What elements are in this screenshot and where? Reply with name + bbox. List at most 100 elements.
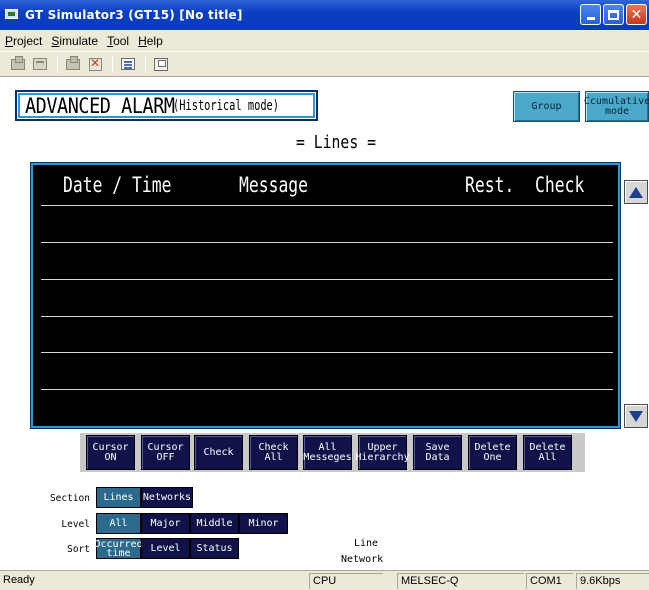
arrow-up-icon: [629, 186, 643, 198]
cursor-off-button[interactable]: Cursor OFF: [141, 435, 190, 470]
save-data-button[interactable]: Save Data: [413, 435, 462, 470]
level-middle-button[interactable]: Middle: [190, 513, 239, 534]
menu-help-mnemonic: H: [138, 33, 147, 48]
menu-simulate[interactable]: Simulate: [47, 34, 102, 48]
list-icon: [121, 58, 135, 70]
list-button[interactable]: [118, 55, 138, 73]
status-bar: Ready CPU MELSEC-Q COM1 9.6Kbps: [0, 570, 649, 590]
command-bar: Cursor ON Cursor OFF Check Check All All Mes…: [80, 433, 585, 472]
button-line1: Delete: [474, 441, 511, 453]
open-folder-button[interactable]: [30, 55, 50, 73]
option-label: Level: [150, 543, 181, 554]
open-folder-icon: [33, 58, 47, 70]
table-row[interactable]: [41, 205, 613, 206]
toolbar-separator: [112, 55, 113, 73]
close-button[interactable]: ✕: [626, 4, 647, 25]
level-all-button[interactable]: All: [96, 513, 141, 534]
status-ready: Ready: [3, 574, 35, 586]
button-line1: Save: [425, 441, 450, 453]
button-line2: ON: [104, 451, 117, 463]
button-line2: Messeges: [303, 451, 352, 463]
level-major-button[interactable]: Major: [141, 513, 190, 534]
button-line1: Check: [258, 441, 289, 453]
group-button-label: Group: [531, 100, 562, 112]
option-label: Major: [150, 518, 181, 529]
disconnect-button[interactable]: [85, 55, 105, 73]
cumulative-mode-button[interactable]: Ccumulative mode: [583, 91, 649, 122]
button-line1: Upper: [367, 441, 398, 453]
toolbar: [0, 51, 649, 77]
scroll-down-button[interactable]: [624, 404, 648, 428]
option-label: Networks: [142, 492, 192, 503]
alarm-table: Date / Time Message Rest. Check: [30, 162, 621, 429]
connect-icon: [66, 55, 80, 70]
group-button[interactable]: Group: [513, 91, 580, 122]
button-line1: Check: [203, 446, 234, 458]
option-label: Status: [196, 543, 233, 554]
table-row[interactable]: [41, 242, 613, 243]
menu-project[interactable]: Project: [1, 34, 46, 48]
menu-simulate-label: imulate: [59, 33, 99, 48]
cursor-on-button[interactable]: Cursor ON: [86, 435, 135, 470]
delete-one-button[interactable]: Delete One: [468, 435, 517, 470]
lines-label: = Lines =: [296, 132, 376, 153]
check-button[interactable]: Check: [194, 435, 243, 470]
toolbar-separator: [57, 55, 58, 73]
table-row[interactable]: [41, 316, 613, 317]
menu-project-label: roject: [13, 33, 43, 48]
scroll-up-button[interactable]: [624, 180, 648, 204]
menu-help[interactable]: Help: [134, 34, 167, 48]
sort-level-button[interactable]: Level: [141, 538, 190, 559]
option-label: Lines: [103, 492, 134, 503]
open-project-icon: [11, 55, 25, 70]
status-plc: MELSEC-Q: [397, 573, 524, 589]
all-messages-button[interactable]: All Messeges: [303, 435, 352, 470]
button-line1: Cursor: [92, 441, 129, 453]
option-label: Minor: [248, 518, 279, 529]
status-speed: 9.6Kbps: [576, 573, 649, 589]
check-all-button[interactable]: Check All: [249, 435, 298, 470]
menu-help-label: elp: [146, 33, 163, 48]
sort-label: Sort: [67, 544, 90, 555]
table-row[interactable]: [41, 279, 613, 280]
status-port: COM1: [526, 573, 573, 589]
table-row[interactable]: [41, 352, 613, 353]
section-lines-button[interactable]: Lines: [96, 487, 141, 508]
menu-tool[interactable]: Tool: [103, 34, 133, 48]
connect-button[interactable]: [63, 55, 83, 73]
button-line2: Hierarchy: [355, 451, 410, 463]
alarm-title: ADVANCED ALARM: [25, 93, 175, 118]
table-row[interactable]: [41, 389, 613, 390]
window-title: GT Simulator3 (GT15) [No title]: [25, 8, 243, 22]
maximize-button[interactable]: [603, 4, 624, 25]
button-line2: OFF: [156, 451, 175, 463]
option-label: Middle: [196, 518, 233, 529]
alarm-title-panel: ADVANCED ALARM (Historical mode): [15, 90, 318, 121]
sort-occurred-time-button[interactable]: Occurred time: [94, 538, 143, 559]
delete-all-button[interactable]: Delete All: [523, 435, 572, 470]
cumulative-button-line1: Ccumulative: [583, 95, 649, 107]
section-label: Section: [49, 493, 90, 504]
minimize-icon: [586, 17, 595, 20]
minimize-button[interactable]: [580, 4, 601, 25]
line-label: Line: [354, 538, 379, 549]
menu-bar: Project Simulate Tool Help: [0, 30, 649, 51]
option-line2: time: [106, 547, 131, 559]
properties-button[interactable]: [151, 55, 171, 73]
button-line1: Cursor: [147, 441, 184, 453]
upper-hierarchy-button[interactable]: Upper Hierarchy: [355, 435, 410, 470]
column-check: Check: [535, 173, 585, 197]
status-cpu: CPU: [309, 573, 383, 589]
button-line1: All: [318, 441, 337, 453]
level-minor-button[interactable]: Minor: [239, 513, 288, 534]
sort-status-button[interactable]: Status: [190, 538, 239, 559]
level-label: Level: [61, 519, 90, 530]
table-header: Date / Time Message Rest. Check: [33, 165, 618, 207]
section-networks-button[interactable]: Networks: [141, 487, 193, 508]
network-label: Network: [341, 554, 384, 565]
option-label: All: [109, 518, 128, 529]
open-project-button[interactable]: [8, 55, 28, 73]
menu-project-mnemonic: P: [5, 33, 14, 48]
alarm-mode: (Historical mode): [173, 97, 280, 114]
menu-tool-label: ool: [113, 33, 130, 48]
